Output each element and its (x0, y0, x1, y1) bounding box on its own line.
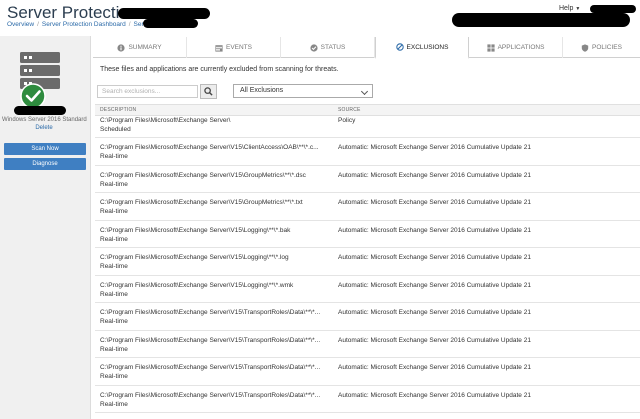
column-header-description[interactable]: DESCRIPTION (100, 107, 136, 113)
exclusion-path: C:\Program Files\Microsoft\Exchange Serv… (100, 144, 319, 151)
delete-link[interactable]: Delete (0, 125, 88, 131)
os-label: Windows Server 2016 Standard (2, 117, 87, 123)
exclusion-path: C:\Program Files\Microsoft\Exchange Serv… (100, 391, 321, 399)
exclusion-source: Automatic: Microsoft Exchange Server 201… (338, 281, 531, 289)
exclusion-type: Real-time (100, 235, 128, 243)
tab-exclusions-label: Exclusions (406, 43, 449, 51)
table-row[interactable]: C:\Program Files\Microsoft\Exchange Serv… (95, 221, 640, 248)
exclusion-source: Automatic: Microsoft Exchange Server 201… (338, 144, 531, 151)
exclusion-source: Automatic: Microsoft Exchange Server 201… (338, 199, 531, 206)
exclusion-path: C:\Program Files\Microsoft\Exchange Serv… (100, 171, 306, 179)
table-row[interactable]: C:\Program Files\Microsoft\Exchange Serv… (95, 116, 640, 138)
page-header: Server Protection - Overview / Server Prot… (0, 0, 640, 34)
exclusion-path: C:\Program Files\Microsoft\Exchange Serv… (100, 281, 294, 289)
exclusion-source: Automatic: Microsoft Exchange Server 201… (338, 391, 531, 399)
exclusion-path: C:\Program Files\Microsoft\Exchange Serv… (100, 254, 289, 261)
breadcrumb-server-protection-dashboard[interactable]: Server Protection Dashboard (42, 21, 126, 28)
block-icon (395, 43, 404, 51)
tab-events[interactable]: Events (187, 37, 281, 58)
exclusion-type: Real-time (100, 180, 128, 188)
breadcrumb-overview[interactable]: Overview (7, 21, 34, 28)
exclusion-path: C:\Program Files\Microsoft\Exchange Serv… (100, 364, 321, 371)
table-row[interactable]: C:\Program Files\Microsoft\Exchange Serv… (95, 193, 640, 221)
exclusion-path: C:\Program Files\Microsoft\Exchange Serv… (100, 336, 321, 344)
exclusion-source: Automatic: Microsoft Exchange Server 201… (338, 254, 531, 261)
tab-applications[interactable]: Applications (469, 37, 563, 58)
exclusion-type: Scheduled (100, 126, 131, 133)
exclusion-type: Real-time (100, 318, 128, 325)
exclusion-source: Policy (338, 117, 356, 124)
exclusions-info-text: These files and applications are current… (100, 66, 339, 73)
exclusion-source: Automatic: Microsoft Exchange Server 201… (338, 309, 531, 316)
exclusion-source: Automatic: Microsoft Exchange Server 201… (338, 364, 531, 371)
exclusion-type: Real-time (100, 153, 128, 160)
exclusion-type: Real-time (100, 208, 128, 215)
table-row[interactable]: C:\Program Files\Microsoft\Exchange Serv… (95, 276, 640, 303)
exclusion-type: Real-time (100, 400, 128, 408)
tab-status[interactable]: Status (281, 37, 375, 58)
breadcrumb: Overview/Server Protection Dashboard/Ser… (7, 21, 156, 28)
exclusion-type: Real-time (100, 290, 128, 298)
scan-now-button[interactable]: Scan Now (4, 143, 86, 155)
tab-policies[interactable]: Policies (563, 37, 640, 58)
table-header: DESCRIPTION SOURCE (95, 104, 640, 116)
tab-summary-label: Summary (128, 44, 162, 51)
table-row[interactable]: C:\Program Files\Microsoft\Exchange Serv… (95, 303, 640, 331)
exclusion-type: Real-time (100, 263, 128, 270)
server-sidebar: Windows Server 2016 Standard Delete Scan… (0, 36, 91, 419)
table-row[interactable]: C:\Program Files\Microsoft\Exchange Serv… (95, 138, 640, 166)
redacted-user-name (590, 5, 636, 13)
chevron-down-icon (360, 87, 369, 96)
tab-summary[interactable]: Summary (93, 37, 187, 58)
table-row[interactable]: C:\Program Files\Microsoft\Exchange Serv… (95, 358, 640, 386)
exclusion-source: Automatic: Microsoft Exchange Server 201… (338, 226, 531, 234)
exclusion-source: Automatic: Microsoft Exchange Server 201… (338, 336, 531, 344)
exclusion-type: Real-time (100, 373, 128, 380)
tab-status-label: Status (320, 44, 346, 51)
table-row[interactable]: C:\Program Files\Microsoft\Exchange Serv… (95, 248, 640, 276)
exclusion-type: Real-time (100, 345, 128, 353)
chevron-down-icon: ▼ (575, 6, 581, 12)
server-status-icon (20, 52, 60, 109)
table-row[interactable]: C:\Program Files\Microsoft\Exchange Serv… (95, 386, 640, 413)
redacted-account-info (452, 13, 630, 27)
filter-value: All Exclusions (240, 87, 284, 94)
tab-events-label: Events (225, 44, 252, 51)
shield-icon (581, 43, 589, 52)
search-icon (204, 87, 213, 96)
grid-icon (486, 43, 495, 52)
redacted-hostname (14, 106, 66, 115)
info-icon (117, 43, 126, 52)
column-header-source[interactable]: SOURCE (338, 107, 361, 113)
search-button[interactable] (200, 84, 217, 99)
redacted-breadcrumb (143, 19, 198, 28)
tab-applications-label: Applications (497, 44, 545, 51)
exclusion-path: C:\Program Files\Microsoft\Exchange Serv… (100, 309, 321, 316)
exclusion-filter-select[interactable]: All Exclusions (233, 84, 373, 98)
exclusion-path: C:\Program Files\Microsoft\Exchange Serv… (100, 117, 231, 124)
tab-exclusions[interactable]: Exclusions (375, 37, 469, 59)
exclusion-path: C:\Program Files\Microsoft\Exchange Serv… (100, 199, 303, 206)
exclusions-table: C:\Program Files\Microsoft\Exchange Serv… (95, 116, 640, 419)
table-row[interactable]: C:\Program Files\Microsoft\Exchange Serv… (95, 331, 640, 358)
redacted-server-name (118, 8, 210, 19)
table-row[interactable]: C:\Program Files\Microsoft\Exchange Serv… (95, 166, 640, 193)
check-circle-icon (310, 43, 318, 52)
exclusion-path: C:\Program Files\Microsoft\Exchange Serv… (100, 226, 291, 234)
exclusion-source: Automatic: Microsoft Exchange Server 201… (338, 171, 531, 179)
tab-bar: Summary Events Status Exclusions Applica… (93, 37, 640, 59)
search-input[interactable] (97, 85, 198, 98)
help-menu[interactable]: Help ▼ (559, 5, 580, 12)
diagnose-button[interactable]: Diagnose (4, 158, 86, 170)
tab-policies-label: Policies (592, 44, 622, 51)
calendar-icon (215, 44, 223, 52)
help-label: Help (559, 5, 574, 12)
